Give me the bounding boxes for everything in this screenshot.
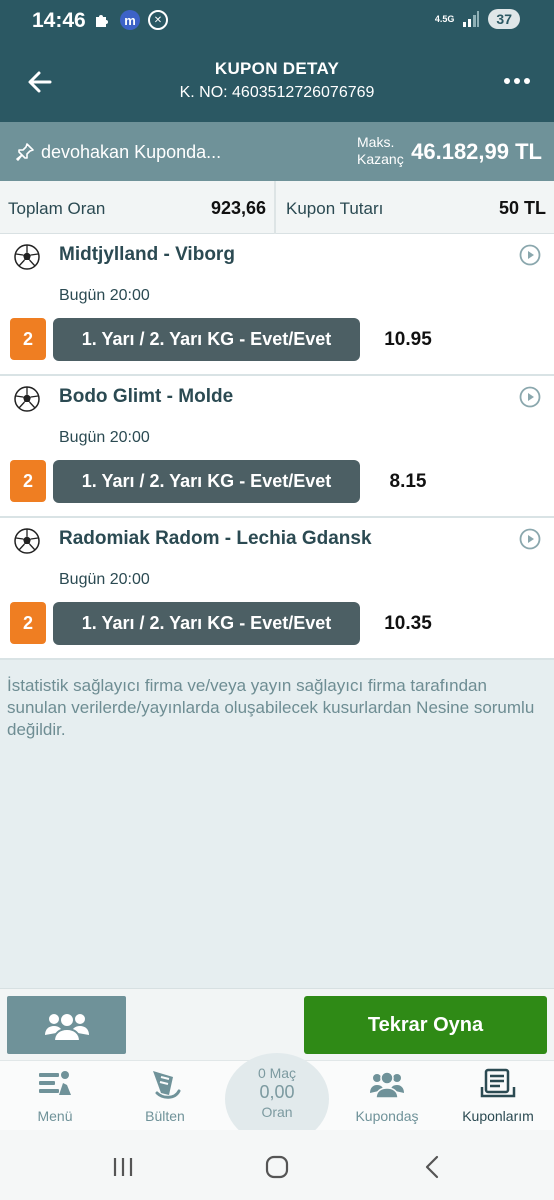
status-time: 14:46	[32, 9, 86, 32]
back-icon[interactable]	[420, 1154, 446, 1180]
match-date: Bugün 20:00	[59, 429, 150, 446]
battery-indicator: 37	[488, 9, 520, 29]
action-bar: Tekrar Oyna	[0, 988, 554, 1060]
stake-label: Kupon Tutarı	[286, 199, 384, 218]
stake-cell: Kupon Tutarı 50 TL	[278, 181, 554, 234]
app-header: KUPON DETAY K. NO: 4603512726076769	[0, 42, 554, 122]
bulletin-icon	[153, 1071, 181, 1099]
menu-icon	[39, 1071, 71, 1095]
bet-odd: 10.35	[384, 613, 432, 634]
match-card: Bodo Glimt - Molde Bugün 20:00 2 1. Yarı…	[0, 376, 554, 518]
mbs-badge: 2	[10, 318, 46, 360]
total-odds-value: 923,66	[210, 198, 266, 218]
coupon-number: K. NO: 4603512726076769	[179, 84, 375, 101]
coupons-icon	[480, 1068, 516, 1098]
puzzle-icon	[92, 10, 112, 30]
coupon-summary: Toplam Oran 923,66 Kupon Tutarı 50 TL	[0, 181, 554, 234]
network-type: 4.5G	[434, 14, 455, 24]
match-teams[interactable]: Bodo Glimt - Molde	[59, 386, 233, 408]
app-badge-icon: ✕	[148, 10, 168, 30]
basket-odds-label: Oran	[261, 1104, 293, 1120]
more-dot-icon	[524, 78, 530, 84]
bet-selection: 1. Yarı / 2. Yarı KG - Evet/Evet	[53, 460, 360, 503]
coupon-info-bar: devohakan Kuponda... Maks. Kazanç 46.182…	[0, 122, 554, 181]
disclaimer-text: İstatistik sağlayıcı firma ve/veya yayın…	[7, 676, 535, 739]
kuponda-button[interactable]	[7, 996, 126, 1054]
nav-kuponda[interactable]: Kupondaş	[332, 1061, 442, 1131]
nav-menu-label: Menü	[37, 1108, 73, 1124]
soccer-ball-icon	[14, 528, 40, 554]
match-date: Bugün 20:00	[59, 287, 150, 304]
status-notification-icons: m ✕	[92, 10, 168, 30]
mbs-badge: 2	[10, 602, 46, 644]
nav-bulten[interactable]: Bülten	[110, 1061, 220, 1131]
more-dot-icon	[514, 78, 520, 84]
match-teams[interactable]: Radomiak Radom - Lechia Gdansk	[59, 528, 372, 550]
stake-value: 50 TL	[498, 198, 546, 218]
match-card: Radomiak Radom - Lechia Gdansk Bugün 20:…	[0, 518, 554, 660]
bet-odd: 10.95	[384, 329, 432, 350]
more-menu-button[interactable]	[504, 78, 530, 84]
app-m-icon: m	[120, 10, 140, 30]
match-date: Bugün 20:00	[59, 571, 150, 588]
coupon-owner-text[interactable]: devohakan Kuponda...	[41, 142, 221, 163]
basket-match-count: 0 Maç	[257, 1065, 297, 1081]
system-navigation-bar	[0, 1130, 554, 1200]
play-circle-icon[interactable]	[519, 386, 541, 408]
nav-kuponlarim[interactable]: Kuponlarım	[443, 1061, 553, 1131]
nav-menu[interactable]: Menü	[0, 1061, 110, 1131]
status-system-icons: 4.5G 37	[435, 9, 520, 29]
home-icon[interactable]	[264, 1154, 290, 1180]
status-bar: 14:46 m ✕ 4.5G 37	[0, 0, 554, 42]
replay-button[interactable]: Tekrar Oyna	[304, 996, 547, 1054]
basket-odds-value: 0,00	[259, 1082, 295, 1102]
bet-odd: 8.15	[389, 471, 427, 492]
bet-selection: 1. Yarı / 2. Yarı KG - Evet/Evet	[53, 602, 360, 645]
mbs-badge: 2	[10, 460, 46, 502]
match-teams[interactable]: Midtjylland - Viborg	[59, 244, 235, 266]
max-win-label-line1: Maks.	[357, 134, 395, 150]
signal-icon	[463, 11, 480, 27]
total-odds-cell: Toplam Oran 923,66	[0, 181, 276, 234]
max-win-label: Maks. Kazanç	[357, 134, 404, 168]
bet-selection: 1. Yarı / 2. Yarı KG - Evet/Evet	[53, 318, 360, 361]
soccer-ball-icon	[14, 244, 40, 270]
recent-apps-icon[interactable]	[110, 1154, 136, 1180]
match-card: Midtjylland - Viborg Bugün 20:00 2 1. Ya…	[0, 234, 554, 376]
group-users-icon	[370, 1071, 404, 1099]
play-circle-icon[interactable]	[519, 528, 541, 550]
nav-bulten-label: Bülten	[145, 1108, 185, 1124]
nav-kuponlarim-label: Kuponlarım	[462, 1108, 534, 1124]
play-circle-icon[interactable]	[519, 244, 541, 266]
page-title: KUPON DETAY	[214, 59, 340, 78]
more-dot-icon	[504, 78, 510, 84]
max-win-label-line2: Kazanç	[357, 151, 404, 167]
total-odds-label: Toplam Oran	[8, 199, 106, 218]
soccer-ball-icon	[14, 386, 40, 412]
max-win-amount: 46.182,99 TL	[411, 139, 542, 164]
pin-icon	[16, 143, 34, 161]
bottom-navigation: Menü Bülten 0 Maç 0,00 Oran Kupondaş Kup…	[0, 1053, 554, 1145]
nav-kuponda-label: Kupondaş	[355, 1108, 419, 1124]
group-users-icon	[44, 1012, 89, 1042]
